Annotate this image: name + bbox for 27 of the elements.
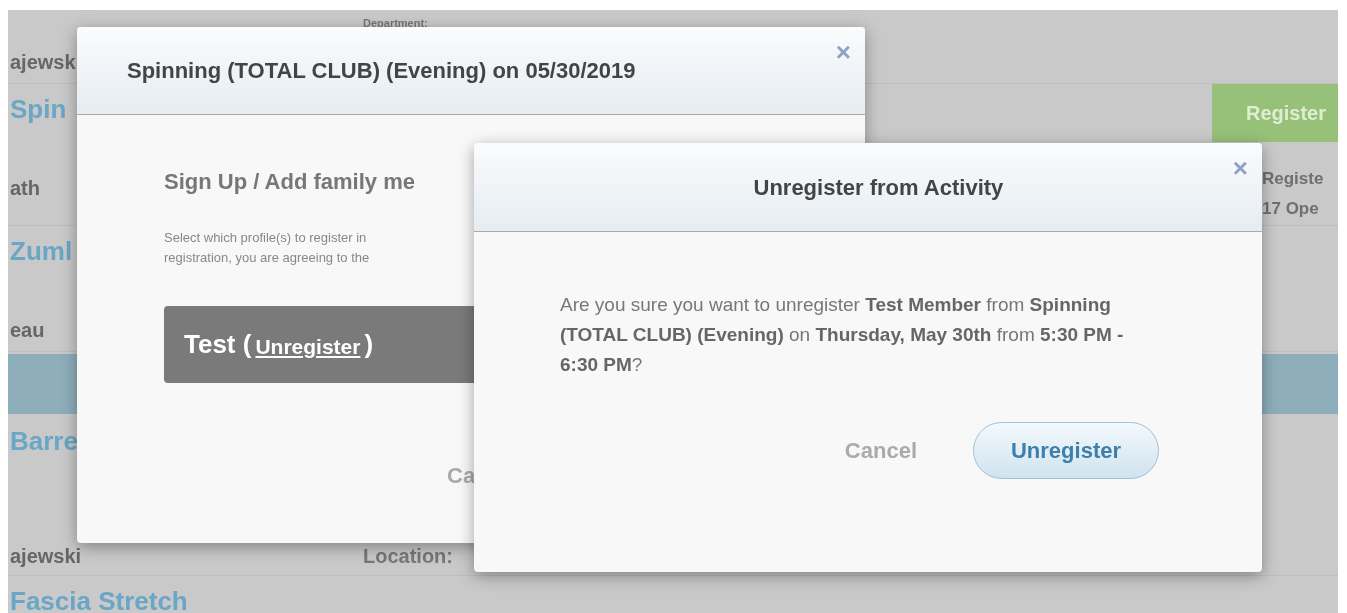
field-label: Department: xyxy=(363,17,428,29)
class-title-link[interactable]: Fascia Stretch xyxy=(10,582,188,613)
class-title-link[interactable]: Zuml xyxy=(10,232,73,271)
registration-status: 17 Ope xyxy=(1262,198,1320,220)
dialog-title: Spinning (TOTAL CLUB) (Evening) on 05/30/2019 xyxy=(127,57,637,85)
confirmation-message: Are you sure you want to unregister Test Member from Spinning (TOTAL CLUB) (Evening) on Thursday, May 30th from 5:30 PM - 6:30 PM? xyxy=(560,293,1125,377)
instructor-name: ajewski xyxy=(10,545,82,567)
class-title-link[interactable]: Barre xyxy=(10,422,78,461)
instruction-text: Select which profile(s) to register in xyxy=(164,229,368,247)
close-button[interactable]: × xyxy=(835,39,851,65)
instruction-text: registration, you are agreeing to the xyxy=(164,249,370,267)
registration-status: Registe xyxy=(1262,168,1325,190)
cancel-button[interactable]: Cancel xyxy=(844,434,917,467)
dialog-title: Unregister from Activity xyxy=(752,173,1005,202)
section-heading: Sign Up / Add family me xyxy=(164,168,415,196)
cancel-button[interactable]: Ca xyxy=(447,459,476,492)
instructor-name: eau xyxy=(10,319,45,341)
class-title-link[interactable]: Spin xyxy=(10,90,67,129)
register-button[interactable]: Register xyxy=(1212,84,1338,142)
unregister-button[interactable]: Unregister xyxy=(973,422,1159,479)
instructor-name: ath xyxy=(10,176,40,199)
unregister-link[interactable]: Unregister xyxy=(255,330,361,363)
profile-name: Test ( xyxy=(184,328,252,361)
close-button[interactable]: × xyxy=(1232,155,1248,181)
field-label: Location: xyxy=(363,545,453,567)
closing-parenthesis: ) xyxy=(364,328,374,361)
instructor-name: ajewsk xyxy=(10,51,76,73)
